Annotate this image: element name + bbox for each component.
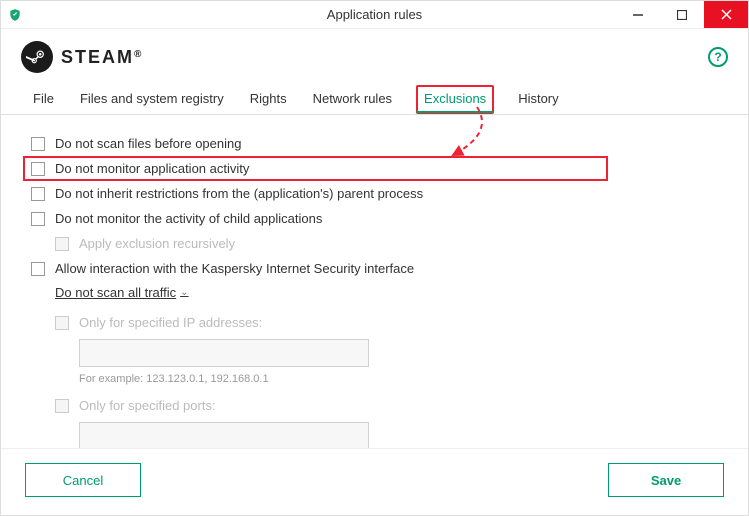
ip-addresses-input — [79, 339, 369, 367]
option-no-scan-before-open: Do not scan files before opening — [31, 131, 718, 156]
application-rules-window: Application rules STEAM® ? File Files an… — [0, 0, 749, 516]
checkbox-apply-recursively — [55, 237, 69, 251]
option-no-inherit-restrictions: Do not inherit restrictions from the (ap… — [31, 181, 718, 206]
option-only-ip: Only for specified IP addresses: — [55, 310, 718, 335]
label-no-monitor-child: Do not monitor the activity of child app… — [55, 211, 322, 226]
label-no-scan-traffic: Do not scan all traffic — [55, 285, 176, 300]
tab-network-rules[interactable]: Network rules — [311, 85, 394, 114]
label-only-ports: Only for specified ports: — [79, 398, 216, 413]
app-name: STEAM® — [61, 47, 143, 68]
steam-icon — [21, 41, 53, 73]
checkbox-allow-interaction[interactable] — [31, 262, 45, 276]
tab-exclusions[interactable]: Exclusions — [416, 85, 494, 114]
shield-icon — [7, 7, 23, 23]
option-no-monitor-child: Do not monitor the activity of child app… — [31, 206, 718, 231]
label-only-ip: Only for specified IP addresses: — [79, 315, 262, 330]
save-button[interactable]: Save — [608, 463, 724, 497]
steam-logo: STEAM® — [21, 41, 143, 73]
minimize-button[interactable] — [616, 1, 660, 28]
do-not-scan-traffic-dropdown[interactable]: Do not scan all traffic ⌄ — [31, 281, 189, 304]
help-icon[interactable]: ? — [708, 47, 728, 67]
option-no-monitor-activity: Do not monitor application activity — [23, 156, 608, 181]
tab-files-registry[interactable]: Files and system registry — [78, 85, 226, 114]
maximize-button[interactable] — [660, 1, 704, 28]
footer: Cancel Save — [1, 448, 748, 515]
label-no-scan-before-open: Do not scan files before opening — [55, 136, 241, 151]
tabs: File Files and system registry Rights Ne… — [1, 79, 748, 115]
tab-rights[interactable]: Rights — [248, 85, 289, 114]
option-only-ports: Only for specified ports: — [55, 393, 718, 418]
ports-input — [79, 422, 369, 448]
option-apply-recursively: Apply exclusion recursively — [55, 231, 718, 256]
close-button[interactable] — [704, 1, 748, 28]
app-header: STEAM® ? — [1, 29, 748, 79]
checkbox-only-ports — [55, 399, 69, 413]
window-controls — [616, 1, 748, 28]
checkbox-no-monitor-child[interactable] — [31, 212, 45, 226]
chevron-down-icon: ⌄ — [180, 287, 188, 298]
checkbox-no-inherit[interactable] — [31, 187, 45, 201]
option-allow-interaction: Allow interaction with the Kaspersky Int… — [31, 256, 718, 281]
ip-hint: For example: 123.123.0.1, 192.168.0.1 — [79, 371, 718, 393]
cancel-button[interactable]: Cancel — [25, 463, 141, 497]
titlebar: Application rules — [1, 1, 748, 29]
checkbox-no-monitor-activity[interactable] — [31, 162, 45, 176]
tab-history[interactable]: History — [516, 85, 560, 114]
registered-mark: ® — [134, 49, 143, 60]
tab-file[interactable]: File — [31, 85, 56, 114]
checkbox-only-ip — [55, 316, 69, 330]
label-no-inherit: Do not inherit restrictions from the (ap… — [55, 186, 423, 201]
label-apply-recursively: Apply exclusion recursively — [79, 236, 235, 251]
checkbox-no-scan-before-open[interactable] — [31, 137, 45, 151]
label-no-monitor-activity: Do not monitor application activity — [55, 161, 249, 176]
label-allow-interaction: Allow interaction with the Kaspersky Int… — [55, 261, 414, 276]
content-area: Do not scan files before opening Do not … — [1, 115, 748, 448]
